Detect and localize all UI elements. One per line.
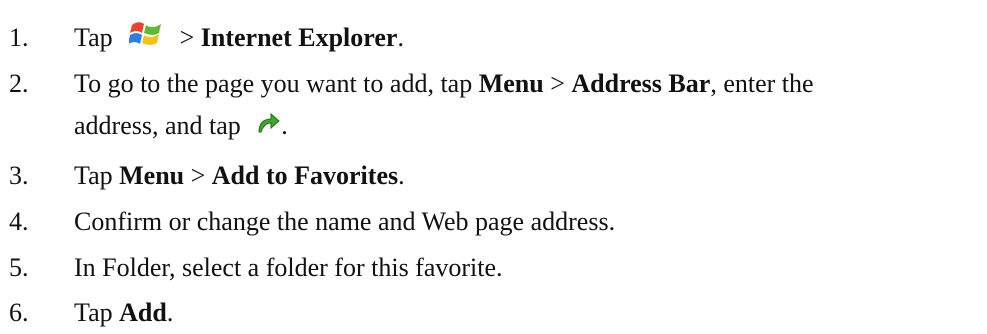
separator: > bbox=[190, 161, 206, 190]
windows-start-icon bbox=[128, 19, 163, 61]
instruction-steps: 1. Tap > Internet Explorer. 2. To go to … bbox=[0, 0, 987, 334]
tail-text: , enter the bbox=[710, 69, 814, 98]
target-label: Add bbox=[119, 298, 167, 327]
menu-label: Menu bbox=[119, 161, 185, 190]
step-number: 5. bbox=[9, 253, 29, 282]
menu-label: Menu bbox=[478, 69, 544, 98]
step-text: Tap > Internet Explorer. bbox=[74, 18, 404, 61]
step-number: 2. bbox=[9, 69, 29, 98]
step-number: 4. bbox=[9, 207, 29, 236]
lead-text: To go to the page you want to add, tap bbox=[74, 69, 473, 98]
tap-text: Tap bbox=[74, 161, 113, 190]
period: . bbox=[397, 23, 404, 52]
step-text: To go to the page you want to add, tap M… bbox=[74, 64, 814, 104]
target-label: Internet Explorer bbox=[200, 23, 398, 52]
step-number: 6. bbox=[9, 298, 29, 327]
step-number: 3. bbox=[9, 161, 29, 190]
separator: > bbox=[179, 23, 195, 52]
tap-text: Tap bbox=[74, 23, 113, 52]
period: . bbox=[281, 111, 288, 140]
period: . bbox=[166, 298, 174, 327]
step-text: Tap Add. bbox=[74, 293, 173, 333]
line2-text: address, and tap bbox=[74, 111, 241, 140]
target-label: Add to Favorites bbox=[211, 161, 399, 190]
tap-text: Tap bbox=[74, 298, 113, 327]
period: . bbox=[398, 161, 405, 190]
go-arrow-icon bbox=[255, 108, 281, 148]
step-number: 1. bbox=[9, 23, 29, 52]
step-text: In Folder, select a folder for this favo… bbox=[74, 253, 503, 282]
address-bar-label: Address Bar bbox=[571, 69, 711, 98]
step-text-continued: address, and tap . bbox=[74, 106, 288, 148]
step-text: Tap Menu > Add to Favorites. bbox=[74, 156, 405, 196]
step-text: Confirm or change the name and Web page … bbox=[74, 207, 616, 236]
separator: > bbox=[550, 69, 565, 98]
